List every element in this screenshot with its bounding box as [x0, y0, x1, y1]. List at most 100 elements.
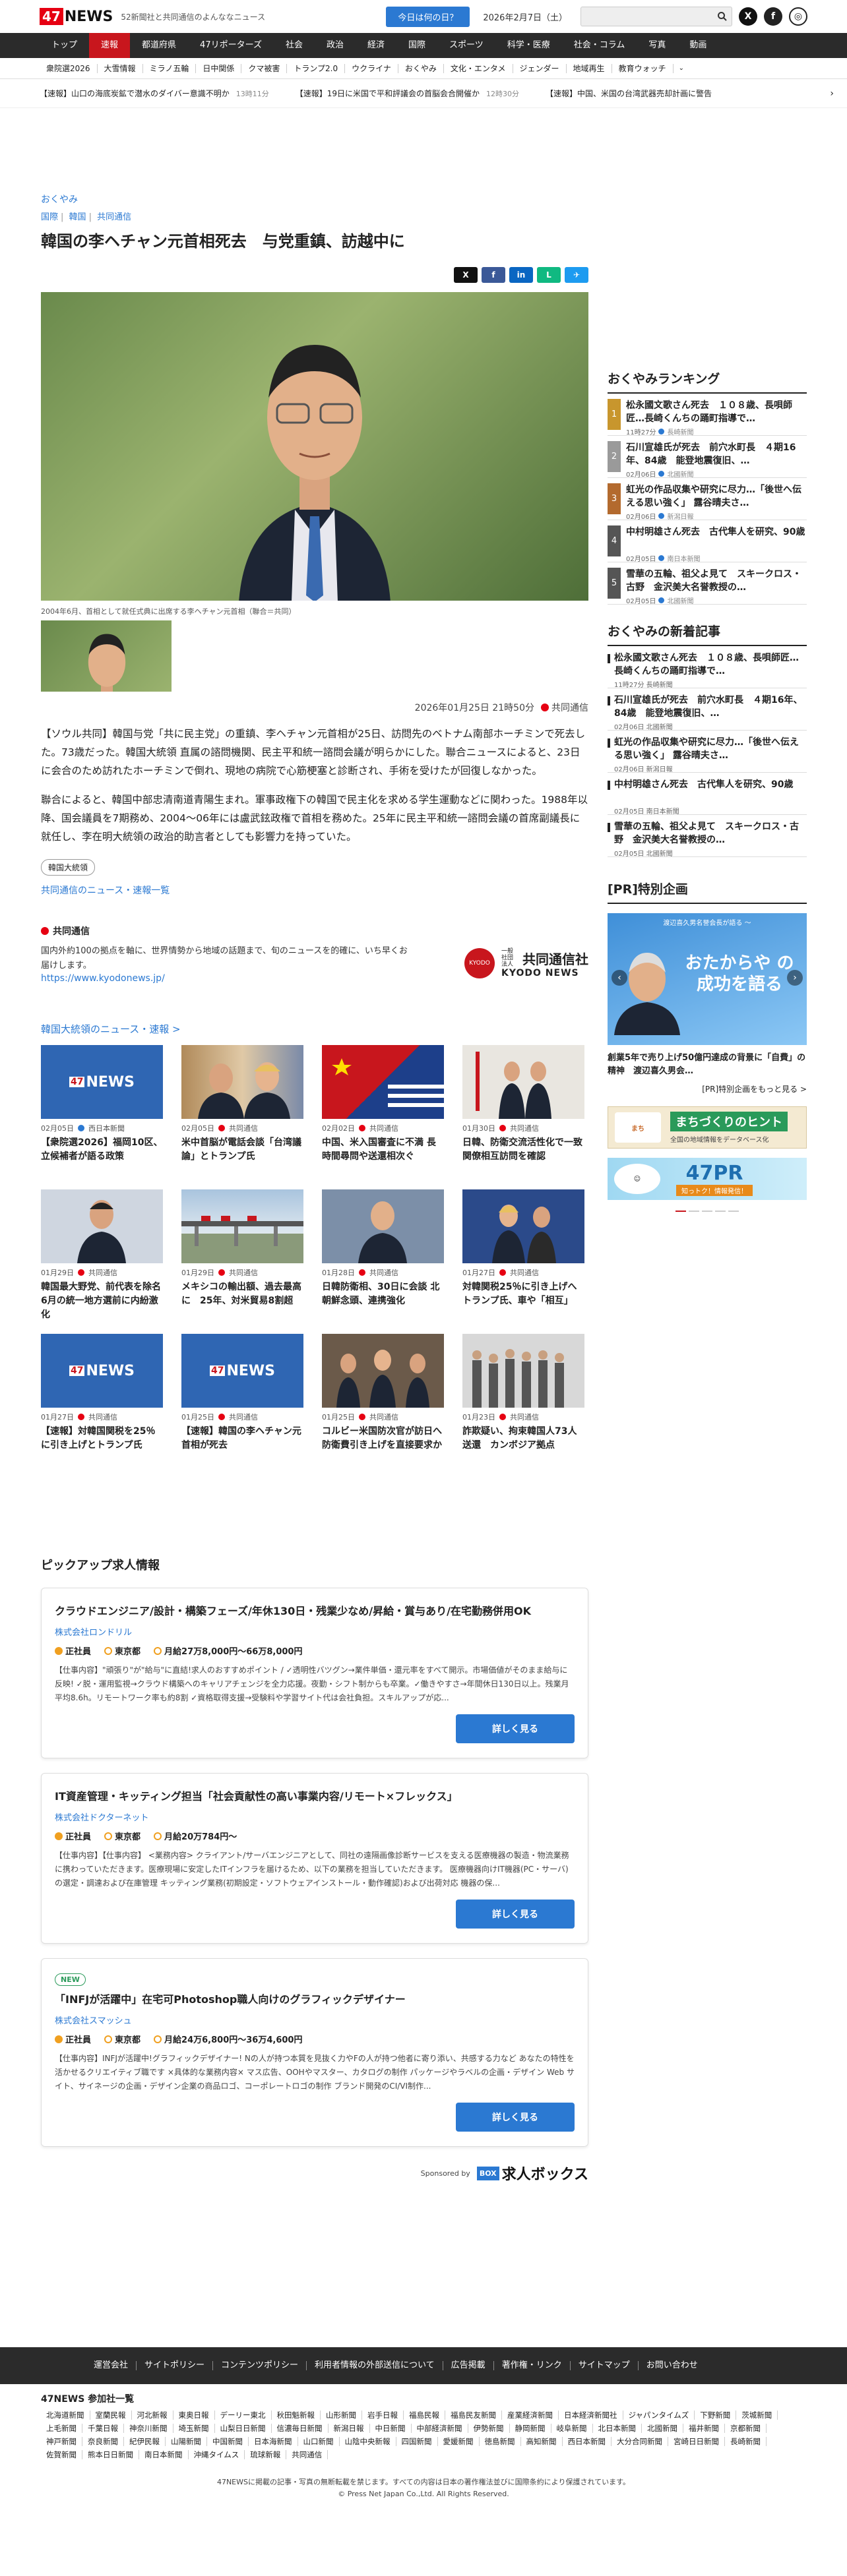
site-logo[interactable]: 47 NEWS: [40, 8, 113, 25]
partner-link[interactable]: 山陰中央新報: [340, 2437, 396, 2446]
facebook-icon[interactable]: f: [764, 7, 782, 26]
carousel-dot[interactable]: [702, 1211, 712, 1212]
partner-link[interactable]: 日本海新聞: [249, 2437, 298, 2446]
related-card[interactable]: 01月29日 共同通信 韓国最大野党、前代表を除名 6月の統一地方選前に内紛激化: [41, 1189, 163, 1322]
partner-link[interactable]: 北國新聞: [642, 2424, 683, 2433]
partner-link[interactable]: 中日新聞: [370, 2424, 412, 2433]
partner-link[interactable]: 山陽新聞: [166, 2437, 207, 2446]
share-facebook-icon[interactable]: f: [482, 267, 505, 283]
today-button[interactable]: 今日は何の日？: [386, 6, 470, 27]
ranking-item[interactable]: 3 虹光の作品収集や研究に尽力…「後世へ伝える思い強く」 露谷晴夫さ… 02月06日…: [608, 478, 807, 521]
partner-link[interactable]: 日本経済新聞社: [559, 2411, 623, 2420]
carousel-dot[interactable]: [675, 1211, 686, 1212]
nav-item[interactable]: スポーツ: [437, 33, 495, 58]
job-title[interactable]: 「INFJが活躍中」在宅可Photoshop職人向けのグラフィックデザイナー: [55, 1991, 575, 2008]
partner-link[interactable]: 北海道新聞: [41, 2411, 90, 2420]
partner-link[interactable]: 大分合同新聞: [612, 2437, 668, 2446]
pr-carousel[interactable]: 渡辺喜久男名誉会長が語る 〜 おたからや の成功を語る ‹ ›: [608, 913, 807, 1045]
partner-link[interactable]: 山口新聞: [298, 2437, 340, 2446]
partner-link[interactable]: 佐賀新聞: [41, 2450, 82, 2459]
nav-item[interactable]: 国際: [396, 33, 437, 58]
footer-link[interactable]: 著作権・リンク: [494, 2361, 571, 2370]
breadcrumb-item[interactable]: 国際: [41, 212, 58, 222]
partner-link[interactable]: 共同通信: [286, 2450, 329, 2459]
related-card[interactable]: 01月28日 共同通信 日韓防衛相、30日に会談 北朝鮮念頭、連携強化: [322, 1189, 444, 1322]
new-article-item[interactable]: 松永國文歌さん死去 １０８歳、長唄師匠…長崎くんちの踊町指導で… 11時27分 長…: [608, 646, 807, 689]
partner-link[interactable]: 静岡新聞: [510, 2424, 551, 2433]
partner-link[interactable]: 中国新聞: [207, 2437, 249, 2446]
carousel-dot[interactable]: [728, 1211, 739, 1212]
company-name[interactable]: 株式会社ロンドリル: [55, 1625, 575, 1638]
details-button[interactable]: 詳しく見る: [456, 1900, 575, 1929]
partner-link[interactable]: 福島民友新聞: [445, 2411, 502, 2420]
share-linkedin-icon[interactable]: in: [509, 267, 533, 283]
subnav-item[interactable]: 地域再生: [567, 63, 612, 73]
carousel-dot[interactable]: [715, 1211, 726, 1212]
ranking-item[interactable]: 1 松永國文歌さん死去 １０８歳、長唄師匠…長崎くんちの踊町指導で… 11時27分 長…: [608, 394, 807, 436]
partner-link[interactable]: 伊勢新聞: [468, 2424, 510, 2433]
related-card[interactable]: 47 NEWS 01月25日 共同通信 【速報】韓国の李ヘチャン元首相が死去: [181, 1334, 303, 1466]
related-card[interactable]: 47 NEWS 02月05日 西日本新聞 【衆院選2026】福岡10区、立候補者が語る政…: [41, 1045, 163, 1178]
new-article-item[interactable]: 雪華の五輪、祖父よ見て スキークロス・古野 金沢美大名誉教授の… 02月05日 北…: [608, 815, 807, 858]
partner-link[interactable]: 沖縄タイムス: [189, 2450, 245, 2459]
ranking-item[interactable]: 2 石川宣雄氏が死去 前穴水町長 ４期16年、84歳 能登地震復旧、… 02月06日…: [608, 436, 807, 479]
pr-more-link[interactable]: [PR]特別企画をもっと見る >: [608, 1083, 807, 1094]
topic-tag[interactable]: 韓国大統領: [41, 859, 96, 876]
partner-link[interactable]: 紀伊民報: [124, 2437, 166, 2446]
partner-link[interactable]: 埼玉新聞: [173, 2424, 215, 2433]
partner-link[interactable]: 下野新聞: [695, 2411, 737, 2420]
related-card[interactable]: 01月30日 共同通信 日韓、防衛交流活性化で一致 関僚相互訪問を確認: [462, 1045, 584, 1178]
related-heading[interactable]: 韓国大統領のニュース・速報 >: [41, 1022, 588, 1036]
footer-link[interactable]: コンテンツポリシー: [213, 2361, 307, 2370]
carousel-next-icon[interactable]: ›: [787, 970, 803, 986]
subnav-item[interactable]: ミラノ五輪: [143, 63, 197, 73]
ranking-item[interactable]: 5 雪華の五輪、祖父よ見て スキークロス・古野 金沢美大名誉教授の… 02月05日 北…: [608, 562, 807, 605]
nav-item[interactable]: 都道府県: [130, 33, 188, 58]
ticker-item[interactable]: 【速報】19日に米国で平和評議会の首脳会合開催か 12時30分: [296, 88, 519, 99]
partner-link[interactable]: 山梨日日新聞: [215, 2424, 272, 2433]
related-card[interactable]: 01月27日 共同通信 対韓関税25％に引き上げへ トランプ氏、車や「相互」: [462, 1189, 584, 1322]
partner-link[interactable]: 岩手日報: [362, 2411, 404, 2420]
partner-link[interactable]: 秋田魁新報: [272, 2411, 321, 2420]
partner-link[interactable]: 長崎新聞: [725, 2437, 767, 2446]
subnav-item[interactable]: 大雪情報: [98, 63, 143, 73]
partner-link[interactable]: 奈良新聞: [82, 2437, 124, 2446]
partner-link[interactable]: 産業経済新聞: [502, 2411, 559, 2420]
partner-link[interactable]: 東奥日報: [173, 2411, 215, 2420]
footer-link[interactable]: サイトマップ: [571, 2361, 639, 2370]
subnav-item[interactable]: 文化・エンタメ: [444, 63, 513, 73]
partner-link[interactable]: 室蘭民報: [90, 2411, 132, 2420]
carousel-prev-icon[interactable]: ‹: [612, 970, 627, 986]
kyodo-news-logo[interactable]: KYODO 一般社団法人 共同通信社 KYODO NEWS: [464, 943, 588, 984]
globe-icon[interactable]: ◎: [789, 7, 807, 26]
related-card[interactable]: 01月23日 共同通信 詐欺疑い、拘束韓国人73人送還 カンボジア拠点: [462, 1334, 584, 1466]
x-icon[interactable]: X: [739, 7, 757, 26]
partner-link[interactable]: 福井新聞: [683, 2424, 725, 2433]
related-card[interactable]: 02月02日 共同通信 中国、米入国審査に不満 長時間尋問や送還相次ぐ: [322, 1045, 444, 1178]
footer-link[interactable]: サイトポリシー: [137, 2361, 214, 2370]
subnav-item[interactable]: トランプ2.0: [287, 63, 346, 73]
partner-link[interactable]: 新潟日報: [329, 2424, 370, 2433]
related-card[interactable]: 01月25日 共同通信 コルビー米国防次官が訪日へ 防衛費引き上げを直接要求か: [322, 1334, 444, 1466]
partner-link[interactable]: 南日本新聞: [139, 2450, 189, 2459]
machizukuri-banner[interactable]: まち まちづくりのヒント 全国の地域情報をデータベース化: [608, 1106, 807, 1149]
partner-link[interactable]: ジャパンタイムズ: [623, 2411, 695, 2420]
partner-link[interactable]: 琉球新報: [245, 2450, 287, 2459]
search-input[interactable]: [580, 7, 732, 26]
ticker-item[interactable]: 【速報】中国、米国の台湾武器売却計画に警告: [546, 88, 712, 99]
footer-link[interactable]: 広告掲載: [443, 2361, 494, 2370]
share-x-icon[interactable]: X: [454, 267, 478, 283]
partner-link[interactable]: 熊本日日新聞: [82, 2450, 139, 2459]
partner-link[interactable]: 西日本新聞: [563, 2437, 612, 2446]
nav-item[interactable]: 47リポーターズ: [188, 33, 274, 58]
nav-item[interactable]: 社会・コラム: [562, 33, 637, 58]
photo-thumbnail[interactable]: [41, 620, 172, 692]
partner-link[interactable]: デーリー東北: [215, 2411, 272, 2420]
footer-link[interactable]: お問い合わせ: [639, 2361, 706, 2370]
subnav-item[interactable]: おくやみ: [398, 63, 444, 73]
company-name[interactable]: 株式会社ドクターネット: [55, 1811, 575, 1823]
subnav-item[interactable]: 衆院選2026: [40, 63, 98, 73]
pr-caption[interactable]: 創業5年で売り上げ50億円達成の背景に「自費」の精神 渡辺喜久男会…: [608, 1052, 807, 1078]
carousel-dot[interactable]: [689, 1211, 699, 1212]
partner-link[interactable]: 信濃毎日新聞: [272, 2424, 329, 2433]
